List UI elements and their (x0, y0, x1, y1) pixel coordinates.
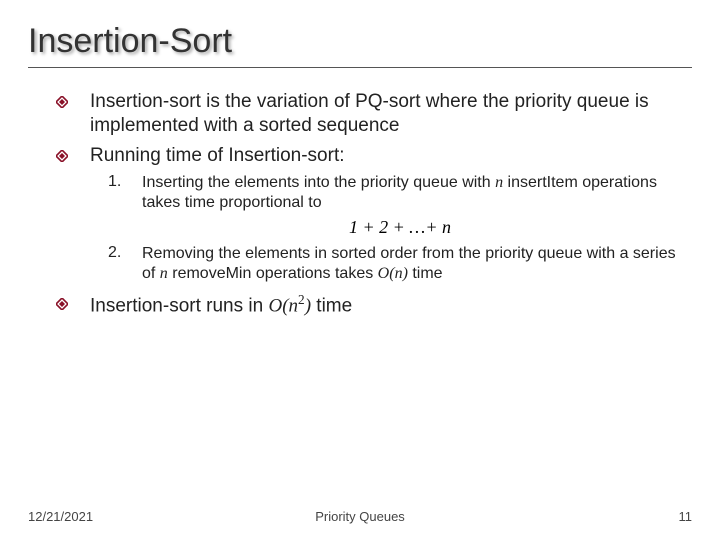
bullet-text: Insertion-sort is the variation of PQ-so… (90, 90, 692, 138)
footer: 12/21/2021 Priority Queues 11 (28, 509, 692, 524)
bullet-text: Insertion-sort runs in O(n2) time (90, 292, 352, 318)
diamond-bullet-icon (56, 96, 68, 108)
content-area: Insertion-sort is the variation of PQ-so… (28, 90, 692, 318)
diamond-bullet-icon (56, 298, 68, 310)
diamond-bullet-icon (56, 150, 68, 162)
math-big-o: O (378, 265, 390, 282)
text-fragment: Insertion-sort runs in (90, 296, 268, 317)
math-var-n: n (160, 265, 168, 282)
bullet-item: Insertion-sort is the variation of PQ-so… (56, 90, 692, 138)
text-fragment: time (408, 265, 443, 282)
text-fragment: Inserting the elements into the priority… (142, 174, 495, 191)
text-fragment: time (311, 296, 352, 317)
list-number: 1. (108, 173, 142, 191)
formula: 1 + 2 + …+ n (108, 217, 692, 238)
math-big-o: O (268, 296, 282, 317)
text-fragment: removeMin operations takes (168, 265, 378, 282)
list-item: 1. Inserting the elements into the prior… (108, 173, 692, 213)
math-var-n: n (495, 174, 503, 191)
list-text: Inserting the elements into the priority… (142, 173, 692, 213)
title-divider (28, 67, 692, 68)
bullet-text: Running time of Insertion-sort: (90, 144, 345, 168)
list-number: 2. (108, 244, 142, 262)
list-text: Removing the elements in sorted order fr… (142, 244, 692, 284)
footer-page-number: 11 (679, 509, 693, 524)
list-item: 2. Removing the elements in sorted order… (108, 244, 692, 284)
bullet-item: Insertion-sort runs in O(n2) time (56, 292, 692, 318)
footer-date: 12/21/2021 (28, 509, 93, 524)
bullet-item: Running time of Insertion-sort: (56, 144, 692, 168)
math-var-n: n (289, 296, 299, 317)
numbered-list: 1. Inserting the elements into the prior… (56, 173, 692, 284)
footer-title: Priority Queues (315, 509, 405, 524)
slide-title: Insertion-Sort (28, 22, 692, 61)
math-var-n: n (395, 265, 403, 282)
slide: Insertion-Sort Insertion-sort is the var… (0, 0, 720, 540)
math-exponent: 2 (298, 292, 305, 307)
